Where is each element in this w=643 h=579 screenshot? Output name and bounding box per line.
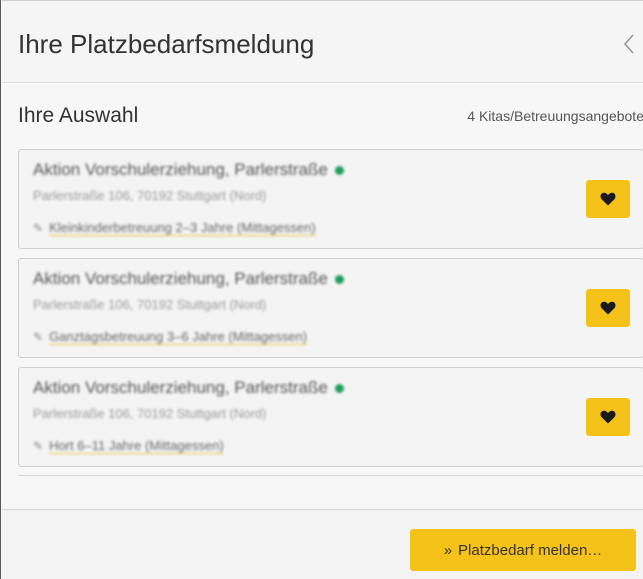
status-dot (334, 384, 344, 394)
heart-icon (600, 192, 616, 206)
panel-header: Ihre Platzbedarfsmeldung (2, 0, 643, 83)
kita-card: Aktion Vorschulerziehung, Parlerstraße P… (18, 149, 643, 249)
panel-title: Ihre Platzbedarfsmeldung (18, 29, 315, 59)
platzbedarf-panel: Ihre Platzbedarfsmeldung Ihre Auswahl 4 … (0, 0, 643, 579)
heart-icon (600, 301, 616, 315)
collapse-panel-button[interactable] (618, 29, 640, 59)
double-chevron-right-icon: » (443, 541, 453, 559)
selection-count: 4 Kitas/Betreuungsangebote (467, 108, 643, 124)
kita-address: Parlerstraße 106, 70192 Stuttgart (Nord) (33, 188, 267, 203)
kita-card: Aktion Vorschulerziehung, Parlerstraße P… (18, 367, 643, 467)
status-dot (334, 166, 344, 176)
submit-label: Platzbedarf melden… (458, 541, 603, 559)
favorite-button[interactable] (586, 180, 630, 218)
selection-title: Ihre Auswahl (18, 104, 139, 127)
pin-icon: ✎ (33, 221, 44, 235)
kita-offer-link[interactable]: Kleinkinderbetreuung 2–3 Jahre (Mittages… (49, 220, 316, 235)
kita-card: Aktion Vorschulerziehung, Parlerstraße P… (18, 258, 643, 358)
chevron-left-icon (623, 34, 634, 54)
kita-address: Parlerstraße 106, 70192 Stuttgart (Nord) (33, 406, 267, 421)
kita-offer-link[interactable]: Hort 6–11 Jahre (Mittagessen) (49, 438, 224, 453)
kita-name[interactable]: Aktion Vorschulerziehung, Parlerstraße (33, 269, 328, 288)
status-dot (334, 275, 344, 285)
pin-icon: ✎ (33, 330, 44, 344)
kita-address: Parlerstraße 106, 70192 Stuttgart (Nord) (33, 297, 267, 312)
kita-name[interactable]: Aktion Vorschulerziehung, Parlerstraße (33, 378, 328, 397)
selection-section: Ihre Auswahl 4 Kitas/Betreuungsangebote … (2, 84, 643, 509)
kita-name[interactable]: Aktion Vorschulerziehung, Parlerstraße (33, 160, 328, 179)
list-divider (18, 475, 643, 476)
heart-icon (600, 410, 616, 424)
favorite-button[interactable] (586, 289, 630, 327)
panel-footer: » Platzbedarf melden… (2, 509, 643, 579)
kita-offer-link[interactable]: Ganztagsbetreuung 3–6 Jahre (Mittagessen… (49, 329, 307, 344)
submit-platzbedarf-button[interactable]: » Platzbedarf melden… (410, 529, 636, 571)
pin-icon: ✎ (33, 439, 44, 453)
favorite-button[interactable] (586, 398, 630, 436)
